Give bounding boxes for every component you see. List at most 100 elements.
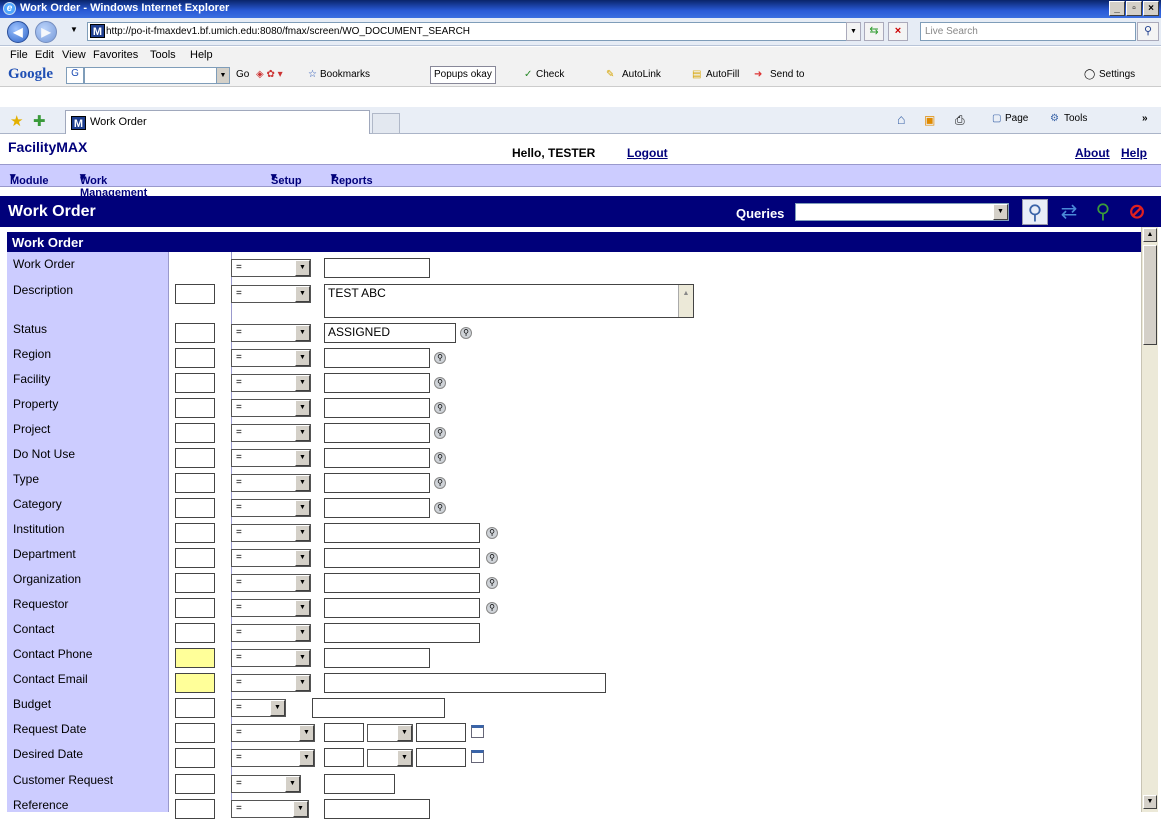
- lookup-search-icon[interactable]: ⚲: [434, 377, 446, 389]
- value-input-department[interactable]: [324, 548, 480, 568]
- date-input-desired-date[interactable]: [324, 748, 364, 767]
- date-time-input-request-date[interactable]: [416, 723, 466, 742]
- operator-select-desired-date[interactable]: = ▼: [231, 749, 315, 767]
- operator-select-reference[interactable]: = ▼: [231, 800, 309, 818]
- forward-button[interactable]: ▶: [35, 21, 57, 43]
- value-input-facility[interactable]: [324, 373, 430, 393]
- value-input-institution[interactable]: [324, 523, 480, 543]
- checkbox-category[interactable]: [175, 498, 215, 518]
- operator-select-do-not-use[interactable]: = ▼: [231, 449, 311, 467]
- scroll-thumb[interactable]: [1143, 245, 1157, 345]
- operator-select-type[interactable]: = ▼: [231, 474, 311, 492]
- checkbox-property[interactable]: [175, 398, 215, 418]
- checkbox-organization[interactable]: [175, 573, 215, 593]
- add-search-icon[interactable]: ⚲: [1090, 199, 1116, 225]
- operator-select-contact-email[interactable]: = ▼: [231, 674, 311, 692]
- checkbox-contact[interactable]: [175, 623, 215, 643]
- nav-module[interactable]: Module ▾: [10, 170, 49, 187]
- value-input-type[interactable]: [324, 473, 430, 493]
- date-time-select-request-date[interactable]: ▼: [367, 724, 413, 742]
- search-go-icon[interactable]: ⚲: [1137, 22, 1159, 41]
- settings-radio-icon[interactable]: ◯: [1084, 69, 1095, 80]
- checkbox-project[interactable]: [175, 423, 215, 443]
- recent-pages-dropdown-icon[interactable]: ▼: [70, 25, 78, 34]
- operator-select-contact[interactable]: = ▼: [231, 624, 311, 642]
- value-input-reference[interactable]: [324, 799, 430, 819]
- lookup-search-icon[interactable]: ⚲: [434, 402, 446, 414]
- minimize-button[interactable]: _: [1109, 1, 1125, 16]
- help-link[interactable]: Help: [1121, 146, 1147, 160]
- lookup-search-icon[interactable]: ⚲: [434, 427, 446, 439]
- scroll-up-icon[interactable]: ▲: [1143, 228, 1157, 242]
- checkbox-status[interactable]: [175, 323, 215, 343]
- value-input-budget[interactable]: [312, 698, 445, 718]
- date-input-request-date[interactable]: [324, 723, 364, 742]
- cancel-icon[interactable]: ⊘: [1124, 199, 1150, 225]
- new-tab-button[interactable]: [372, 113, 400, 134]
- address-bar[interactable]: M http://po-it-fmaxdev1.bf.umich.edu:808…: [87, 22, 853, 41]
- operator-select-region[interactable]: = ▼: [231, 349, 311, 367]
- value-input-contact[interactable]: [324, 623, 480, 643]
- lookup-search-icon[interactable]: ⚲: [486, 602, 498, 614]
- window-title-bar[interactable]: e Work Order - Windows Internet Explorer…: [0, 0, 1161, 18]
- google-g-menu-icon[interactable]: G: [66, 67, 84, 84]
- nav-reports[interactable]: Reports ▾: [331, 170, 373, 187]
- page-menu-button[interactable]: Page: [1005, 113, 1028, 124]
- value-input-organization[interactable]: [324, 573, 480, 593]
- operator-select-project[interactable]: = ▼: [231, 424, 311, 442]
- checkbox-reference[interactable]: [175, 799, 215, 819]
- calendar-icon[interactable]: [471, 750, 484, 763]
- feeds-icon[interactable]: ▣: [924, 113, 935, 127]
- checkbox-desired-date[interactable]: [175, 748, 215, 768]
- value-input-customer-request[interactable]: [324, 774, 395, 794]
- checkbox-institution[interactable]: [175, 523, 215, 543]
- stop-button[interactable]: ×: [888, 22, 908, 41]
- operator-select-institution[interactable]: = ▼: [231, 524, 311, 542]
- maximize-button[interactable]: ▫: [1126, 1, 1142, 16]
- add-favorites-icon[interactable]: ✚: [33, 112, 46, 130]
- autolink-button[interactable]: AutoLink: [622, 69, 661, 80]
- menu-help[interactable]: Help: [190, 49, 213, 61]
- live-search-input[interactable]: Live Search: [920, 22, 1136, 41]
- checkbox-request-date[interactable]: [175, 723, 215, 743]
- menu-tools[interactable]: Tools: [150, 49, 176, 61]
- back-button[interactable]: ◀: [7, 21, 29, 43]
- menu-view[interactable]: View: [62, 49, 86, 61]
- lookup-search-icon[interactable]: ⚲: [434, 352, 446, 364]
- description-scrollbar[interactable]: ▲: [678, 285, 693, 317]
- operator-select-property[interactable]: = ▼: [231, 399, 311, 417]
- value-input-contact-email[interactable]: [324, 673, 606, 693]
- value-input-region[interactable]: [324, 348, 430, 368]
- operator-select-requestor[interactable]: = ▼: [231, 599, 311, 617]
- value-input-property[interactable]: [324, 398, 430, 418]
- google-search-dropdown[interactable]: ▼: [216, 67, 230, 84]
- calendar-icon[interactable]: [471, 725, 484, 738]
- operator-select-category[interactable]: = ▼: [231, 499, 311, 517]
- lookup-search-icon[interactable]: ⚲: [486, 552, 498, 564]
- date-time-select-desired-date[interactable]: ▼: [367, 749, 413, 767]
- operator-select-organization[interactable]: = ▼: [231, 574, 311, 592]
- favorites-star-icon[interactable]: ★: [10, 112, 23, 130]
- google-go-button[interactable]: Go: [236, 69, 249, 80]
- checkbox-facility[interactable]: [175, 373, 215, 393]
- scroll-down-icon[interactable]: ▼: [1143, 795, 1157, 809]
- operator-select-work-order[interactable]: = ▼: [231, 259, 311, 277]
- chevron-more-icon[interactable]: »: [1142, 113, 1148, 124]
- google-search-input[interactable]: [84, 67, 224, 84]
- operator-select-request-date[interactable]: = ▼: [231, 724, 315, 742]
- tab-work-order[interactable]: M Work Order: [65, 110, 370, 134]
- home-icon[interactable]: ⌂: [897, 111, 905, 127]
- close-window-button[interactable]: ×: [1143, 1, 1159, 16]
- checkbox-description[interactable]: [175, 284, 215, 304]
- value-input-project[interactable]: [324, 423, 430, 443]
- popups-okay-button[interactable]: Popups okay: [430, 66, 496, 84]
- operator-select-budget[interactable]: = ▼: [231, 699, 286, 717]
- settings-button[interactable]: Settings: [1099, 69, 1135, 80]
- operator-select-department[interactable]: = ▼: [231, 549, 311, 567]
- address-dropdown-button[interactable]: ▼: [846, 22, 861, 41]
- lookup-search-icon[interactable]: ⚲: [460, 327, 472, 339]
- operator-select-description[interactable]: = ▼: [231, 285, 311, 303]
- lookup-search-icon[interactable]: ⚲: [434, 477, 446, 489]
- search-icon[interactable]: ⚲: [1022, 199, 1048, 225]
- tools-menu-button[interactable]: Tools: [1064, 113, 1087, 124]
